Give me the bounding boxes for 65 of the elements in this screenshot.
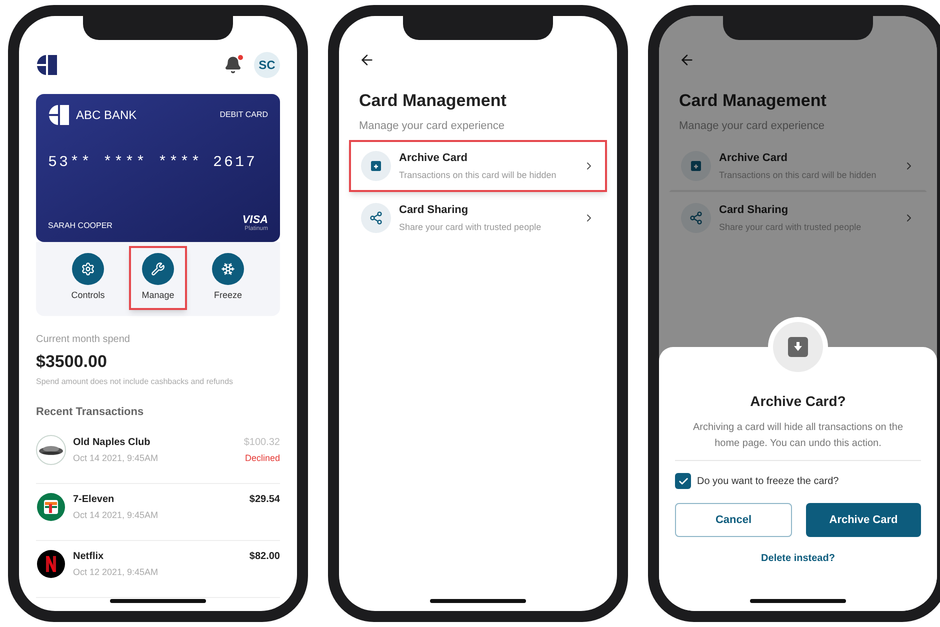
section-title: Recent Transactions (36, 405, 145, 420)
card-network: VISA (242, 215, 268, 226)
merchant-name: Old Naples Club (73, 436, 152, 450)
back-arrow-icon[interactable] (359, 52, 375, 68)
freeze-checkbox[interactable] (675, 473, 691, 489)
merchant-logo-icon (36, 548, 66, 578)
card-type: DEBIT CARD (220, 109, 268, 121)
bank-name: ABC BANK (76, 107, 137, 124)
share-icon (689, 211, 703, 225)
archive-box-icon (690, 160, 702, 172)
archive-download-icon (787, 336, 809, 358)
menu-option[interactable]: Card Sharing Share your card with trusted people (349, 192, 607, 244)
transaction-row[interactable]: 7-Eleven Oct 14 2021, 9:45AM $29.54 (36, 484, 280, 540)
bank-logo-icon (36, 54, 58, 76)
option-subtitle: Transactions on this card will be hidden (399, 168, 558, 182)
checkbox-label: Do you want to freeze the card? (697, 474, 839, 488)
page-subtitle: Manage your card experience (679, 118, 826, 134)
transaction-date: Oct 14 2021, 9:45AM (73, 508, 160, 522)
page-title: Card Management (679, 90, 828, 112)
transaction-amount: $29.54 (249, 492, 280, 506)
declined-status: Declined (244, 452, 280, 464)
transaction-date: Oct 12 2021, 9:45AM (73, 566, 160, 578)
bank-logo-icon (48, 104, 70, 126)
share-icon (369, 211, 383, 225)
archive-box-icon (370, 160, 382, 172)
checkmark-icon (678, 476, 688, 486)
option-title: Archive Card (719, 151, 788, 166)
menu-option[interactable]: Archive Card Transactions on this card will be hidden (669, 140, 927, 192)
card-action-button[interactable]: Freeze (199, 246, 257, 310)
transaction-date: Oct 14 2021, 9:45AM (73, 452, 160, 464)
card-action-button[interactable]: Controls (59, 246, 117, 310)
option-title: Card Sharing (399, 203, 470, 218)
transaction-amount: $100.32 (244, 436, 280, 450)
delete-instead-link[interactable]: Delete instead? (761, 551, 835, 566)
gear-icon (81, 262, 95, 276)
page-title: Card Management (359, 90, 508, 112)
option-title: Archive Card (399, 151, 468, 166)
cardholder-name: SARAH COOPER (48, 220, 112, 232)
menu-option[interactable]: Archive Card Transactions on this card will be hidden (349, 140, 607, 192)
cancel-button[interactable]: Cancel (675, 503, 792, 537)
card-number: 53** **** **** 2617 (48, 153, 258, 173)
card-action-button[interactable]: Manage (129, 246, 187, 310)
spend-amount: $3500.00 (36, 350, 108, 372)
merchant-logo-icon (36, 492, 66, 522)
notification-bell-icon[interactable] (224, 56, 242, 74)
option-subtitle: Share your card with trusted people (719, 220, 862, 234)
option-subtitle: Share your card with trusted people (399, 220, 542, 234)
spend-note: Spend amount does not include cashbacks and refunds (36, 376, 234, 388)
option-subtitle: Transactions on this card will be hidden (719, 168, 878, 182)
page-subtitle: Manage your card experience (359, 118, 506, 134)
merchant-name: Netflix (73, 550, 105, 564)
merchant-name: 7-Eleven (73, 492, 116, 506)
menu-option[interactable]: Card Sharing Share your card with trusted people (669, 192, 927, 244)
dialog-title: Archive Card? (750, 392, 846, 411)
snowflake-icon (221, 262, 235, 276)
transaction-amount: $82.00 (249, 550, 280, 564)
transaction-row[interactable]: Old Naples Club Oct 14 2021, 9:45AM $100.32 Declined (36, 426, 280, 484)
dialog-message: Archiving a card will hide all transactions on the home page. You can undo this action. (692, 421, 904, 451)
wrench-icon (151, 262, 165, 276)
merchant-logo-icon (36, 434, 66, 464)
archive-card-button[interactable]: Archive Card (806, 503, 921, 537)
spend-label: Current month spend (36, 332, 131, 346)
option-title: Card Sharing (719, 203, 790, 218)
avatar[interactable]: SC (254, 52, 280, 78)
transaction-row[interactable]: Netflix Oct 12 2021, 9:45AM $82.00 (36, 540, 280, 598)
